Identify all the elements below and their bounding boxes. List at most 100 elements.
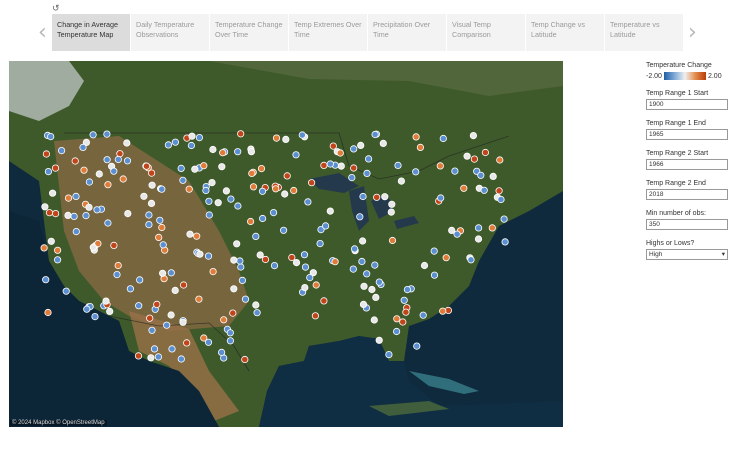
station-marker[interactable] <box>350 245 359 253</box>
station-marker[interactable] <box>381 193 389 201</box>
station-marker[interactable] <box>193 232 201 240</box>
map-attribution[interactable]: © 2024 Mapbox © OpenStreetMap <box>10 420 107 426</box>
station-marker[interactable] <box>140 192 148 200</box>
station-marker[interactable] <box>47 237 55 245</box>
station-marker[interactable] <box>463 152 471 160</box>
station-marker[interactable] <box>119 175 127 183</box>
station-marker[interactable] <box>413 342 421 350</box>
station-marker[interactable] <box>451 167 459 175</box>
station-marker[interactable] <box>146 314 154 322</box>
station-marker[interactable] <box>368 285 376 294</box>
station-marker[interactable] <box>488 224 496 232</box>
station-marker[interactable] <box>123 139 131 147</box>
station-marker[interactable] <box>114 155 122 164</box>
station-marker[interactable] <box>480 186 488 194</box>
station-marker[interactable] <box>237 263 245 271</box>
station-marker[interactable] <box>256 251 264 259</box>
station-marker[interactable] <box>159 241 167 249</box>
station-marker[interactable] <box>329 142 337 150</box>
station-marker[interactable] <box>44 308 52 317</box>
station-marker[interactable] <box>145 211 153 219</box>
temperature-change-map[interactable]: © 2024 Mapbox © OpenStreetMap <box>9 61 563 427</box>
next-tab-icon[interactable]: › <box>688 18 697 48</box>
station-marker[interactable] <box>71 157 79 165</box>
station-marker[interactable] <box>474 235 483 243</box>
station-marker[interactable] <box>62 287 70 295</box>
station-marker[interactable] <box>89 243 97 251</box>
station-marker[interactable] <box>185 185 193 193</box>
station-marker[interactable] <box>110 241 118 249</box>
station-marker[interactable] <box>397 177 405 185</box>
station-marker[interactable] <box>104 219 112 227</box>
station-marker[interactable] <box>148 181 156 189</box>
station-marker[interactable] <box>304 198 312 206</box>
station-marker[interactable] <box>44 168 53 176</box>
station-marker[interactable] <box>218 348 226 356</box>
station-marker[interactable] <box>64 194 73 202</box>
highs-lows-select[interactable]: High ▾ <box>646 249 728 260</box>
station-marker[interactable] <box>64 211 72 219</box>
station-marker[interactable] <box>53 246 62 254</box>
station-marker[interactable] <box>249 183 258 191</box>
station-marker[interactable] <box>388 200 396 208</box>
station-marker[interactable] <box>470 155 478 163</box>
station-marker[interactable] <box>209 268 217 276</box>
tab-temp-change-vs-latitude[interactable]: Temp Change vs Latitude <box>526 14 604 51</box>
station-marker[interactable] <box>336 149 344 157</box>
station-marker[interactable] <box>363 270 371 278</box>
station-marker[interactable] <box>253 309 261 317</box>
station-marker[interactable] <box>47 133 55 141</box>
station-marker[interactable] <box>179 318 187 326</box>
station-marker[interactable] <box>489 172 497 181</box>
station-marker[interactable] <box>269 209 278 217</box>
station-marker[interactable] <box>40 244 48 252</box>
station-marker[interactable] <box>218 163 226 171</box>
station-marker[interactable] <box>167 269 175 277</box>
station-marker[interactable] <box>252 301 260 309</box>
station-marker[interactable] <box>48 189 57 197</box>
station-marker[interactable] <box>154 353 162 361</box>
station-marker[interactable] <box>180 281 188 289</box>
station-marker[interactable] <box>321 222 330 230</box>
station-marker[interactable] <box>135 302 143 310</box>
station-marker[interactable] <box>497 195 505 204</box>
station-marker[interactable] <box>481 148 489 157</box>
station-marker[interactable] <box>392 327 401 336</box>
tab-change-in-average-temperature-map[interactable]: Change in Average Temperature Map <box>52 14 130 51</box>
station-marker[interactable] <box>196 250 204 258</box>
station-marker[interactable] <box>331 258 339 266</box>
prev-tab-icon[interactable]: ‹ <box>38 18 47 48</box>
tab-temperature-change-over-time[interactable]: Temperature Change Over Time <box>210 14 288 51</box>
station-marker[interactable] <box>183 339 191 347</box>
station-marker[interactable] <box>282 135 290 144</box>
station-marker[interactable] <box>110 167 118 175</box>
station-marker[interactable] <box>171 286 179 294</box>
station-marker[interactable] <box>416 143 424 152</box>
station-marker[interactable] <box>227 195 235 203</box>
station-marker[interactable] <box>430 271 439 279</box>
station-marker[interactable] <box>247 217 255 226</box>
station-marker[interactable] <box>158 185 166 193</box>
temp-range-1-start-input[interactable]: 1900 <box>646 99 728 110</box>
station-marker[interactable] <box>171 138 179 146</box>
station-marker[interactable] <box>57 147 66 155</box>
station-marker[interactable] <box>316 240 324 248</box>
station-marker[interactable] <box>214 199 222 207</box>
tab-precipitation-over-time[interactable]: Precipitation Over Time <box>368 14 446 51</box>
station-marker[interactable] <box>442 254 450 262</box>
station-marker[interactable] <box>370 316 378 324</box>
station-marker[interactable] <box>320 297 328 305</box>
station-marker[interactable] <box>439 134 447 143</box>
station-marker[interactable] <box>147 199 156 207</box>
station-marker[interactable] <box>167 311 175 319</box>
station-marker[interactable] <box>116 150 124 158</box>
station-marker[interactable] <box>177 355 185 363</box>
station-marker[interactable] <box>234 202 242 210</box>
station-marker[interactable] <box>288 253 296 262</box>
station-marker[interactable] <box>41 203 49 211</box>
station-marker[interactable] <box>477 171 485 179</box>
station-marker[interactable] <box>420 261 429 270</box>
station-marker[interactable] <box>312 281 320 289</box>
station-marker[interactable] <box>70 212 78 220</box>
station-marker[interactable] <box>159 269 167 277</box>
